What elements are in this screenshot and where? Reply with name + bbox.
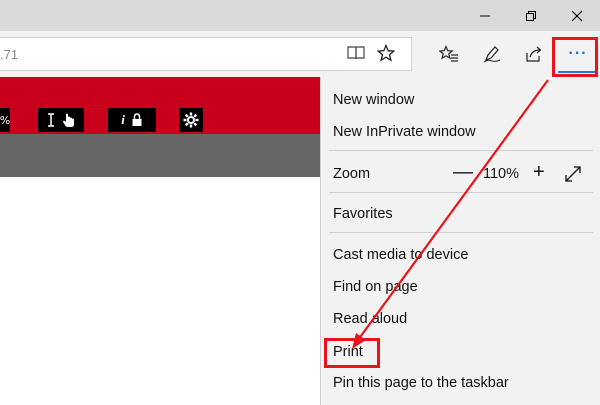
zoom-level: 110% [483, 166, 520, 182]
browser-toolbar: .71 ··· [0, 31, 600, 77]
page-toolbar-block-settings[interactable] [179, 108, 203, 132]
share-button[interactable] [519, 39, 549, 69]
zoom-in-button[interactable]: + [533, 161, 545, 184]
reading-view-button[interactable] [341, 38, 371, 68]
fullscreen-icon [565, 166, 581, 182]
menu-item-new-inprivate-window[interactable]: New InPrivate window [333, 124, 476, 140]
minimize-icon [480, 15, 490, 16]
pen-icon [483, 46, 501, 63]
menu-item-new-window[interactable]: New window [333, 92, 414, 108]
title-bar [0, 0, 600, 31]
page-toolbar-block-info[interactable]: i [108, 108, 156, 132]
menu-separator [329, 150, 593, 151]
add-favorite-button[interactable] [371, 38, 401, 68]
page-subheader-band [0, 134, 320, 177]
close-button[interactable] [554, 0, 600, 31]
menu-item-zoom-label: Zoom [333, 166, 371, 182]
text-cursor-icon [48, 113, 54, 127]
minimize-button[interactable] [462, 0, 508, 31]
star-icon [377, 44, 395, 62]
menu-item-pin-to-taskbar[interactable]: Pin this page to the taskbar [333, 375, 509, 391]
menu-item-favorites[interactable]: Favorites [333, 206, 393, 222]
lock-icon [132, 113, 142, 126]
restore-button[interactable] [508, 0, 554, 31]
zoom-out-button[interactable]: — [453, 161, 473, 184]
address-bar[interactable]: .71 [0, 37, 412, 71]
gear-icon [183, 112, 199, 128]
info-icon: i [121, 112, 125, 127]
highlight-box-print [324, 338, 380, 368]
page-toolbar-block-percent[interactable]: % [0, 108, 10, 132]
menu-item-cast-media[interactable]: Cast media to device [333, 247, 468, 263]
menu-separator [329, 232, 593, 233]
percent-label: % [0, 113, 11, 127]
web-note-button[interactable] [477, 39, 507, 69]
close-icon [571, 10, 583, 21]
menu-separator [329, 192, 593, 193]
page-body [0, 177, 320, 405]
highlight-box-more-button [552, 37, 598, 77]
book-icon [347, 46, 365, 60]
hub-button[interactable] [434, 39, 464, 69]
page-toolbar-block-cursor[interactable] [38, 108, 84, 132]
share-icon [526, 46, 542, 62]
favorites-hub-icon [439, 45, 458, 62]
hand-pointer-icon [63, 113, 74, 127]
fullscreen-button[interactable] [563, 164, 583, 184]
menu-item-find-on-page[interactable]: Find on page [333, 279, 418, 295]
restore-icon [526, 10, 536, 21]
menu-item-read-aloud[interactable]: Read aloud [333, 311, 407, 327]
url-text: .71 [0, 47, 19, 62]
